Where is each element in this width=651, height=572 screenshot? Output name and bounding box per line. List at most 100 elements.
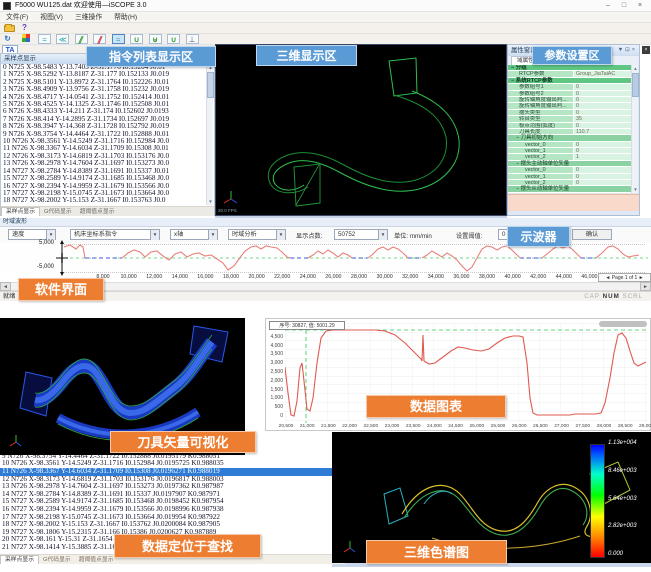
green-hatch-icon[interactable]: ∥ bbox=[75, 34, 88, 44]
property-value[interactable]: 0 bbox=[574, 174, 632, 179]
signal-select[interactable]: 速度▼ bbox=[8, 229, 56, 240]
pager-next-icon[interactable]: ► bbox=[639, 275, 644, 281]
property-name: vector_2 bbox=[508, 180, 574, 185]
y-tick: 1,500 bbox=[266, 387, 283, 393]
property-value[interactable]: 110.7 bbox=[574, 129, 632, 134]
points-count-select[interactable]: 50752▼ bbox=[334, 229, 388, 240]
property-value[interactable]: 35 bbox=[574, 116, 632, 121]
refresh-icon[interactable]: ↻ bbox=[1, 34, 14, 44]
chart-scrollbar-thumb[interactable] bbox=[599, 321, 647, 327]
scroll-left-icon[interactable]: ◄ bbox=[0, 282, 11, 291]
callout-3d-display: 三维显示区 bbox=[256, 45, 357, 66]
dock-close-icon[interactable]: × bbox=[642, 46, 650, 54]
chevron-down-icon[interactable]: ▼ bbox=[378, 230, 387, 240]
close-button[interactable]: × bbox=[633, 0, 647, 12]
property-value[interactable]: Group_JiaTaiAC bbox=[574, 71, 632, 76]
tab-1[interactable]: G代码显示 bbox=[39, 556, 75, 565]
callout-software-ui: 软件界面 bbox=[18, 278, 104, 301]
property-value[interactable]: 0 bbox=[574, 148, 632, 153]
tab-1[interactable]: G代码显示 bbox=[40, 208, 76, 217]
perpendicular-icon[interactable]: ⊥ bbox=[186, 34, 199, 44]
property-value[interactable]: 0 bbox=[574, 110, 632, 115]
3d-viewport[interactable]: 30.0 FPS bbox=[215, 44, 507, 216]
property-name: vector_1 bbox=[508, 174, 574, 179]
pager-prev-icon[interactable]: ◄ bbox=[605, 275, 610, 281]
property-value[interactable]: 0 bbox=[574, 142, 632, 147]
analysis-mode-select[interactable]: 时域分析▼ bbox=[228, 229, 286, 240]
scroll-down-icon[interactable]: ▼ bbox=[632, 186, 639, 193]
pin-icon[interactable]: ⊡ bbox=[625, 47, 632, 53]
minimize-button[interactable]: – bbox=[601, 0, 615, 12]
chevron-down-icon[interactable]: ▼ bbox=[150, 230, 159, 240]
fps-readout: 30.0 FPS bbox=[218, 208, 237, 213]
menu-item[interactable]: 视图(V) bbox=[34, 12, 69, 23]
property-value[interactable]: 0 bbox=[574, 84, 632, 89]
tab-2[interactable]: 超阈值点显示 bbox=[76, 208, 119, 217]
chart-tooltip: 序号: 30827, 值: 5001.29 bbox=[269, 321, 345, 330]
scroll-down-icon[interactable]: ▼ bbox=[207, 198, 214, 205]
maximize-button[interactable]: □ bbox=[617, 0, 631, 12]
callout-instruction-list: 指令列表显示区 bbox=[86, 46, 216, 67]
y-tick: 1,000 bbox=[266, 395, 283, 401]
toolbar-row-1: ? bbox=[0, 23, 651, 34]
menu-item[interactable]: 帮助(H) bbox=[108, 12, 143, 23]
chevron-down-icon[interactable]: ▼ bbox=[208, 230, 217, 240]
tab-2[interactable]: 超阈值点显示 bbox=[75, 556, 118, 565]
axis-triad-icon bbox=[8, 433, 24, 449]
pager[interactable]: ◄ Page 1 of 1 ► bbox=[598, 273, 651, 282]
y-tick: 500 bbox=[266, 404, 283, 410]
sample-point-panel: 采样点显示 ▼⊡× 0 N725 X-98.5483 Y-13.7403 Z-3… bbox=[0, 53, 215, 216]
y-axis-min-label: -5,000 bbox=[26, 264, 54, 270]
scrollbar-thumb[interactable] bbox=[207, 72, 214, 98]
menu-item[interactable]: 三维操作 bbox=[69, 12, 108, 23]
vector-u1-icon[interactable]: ∪ bbox=[130, 34, 143, 44]
property-value[interactable]: 0 bbox=[574, 180, 632, 185]
scale-label: 1.13e+004 bbox=[608, 440, 650, 446]
threshold-label: 设置阈值: bbox=[456, 231, 482, 240]
x-tick: 29,000 bbox=[633, 424, 651, 429]
property-value[interactable]: 0 bbox=[574, 123, 632, 128]
callout-parameter-area: 参数设置区 bbox=[532, 46, 612, 65]
chevron-down-icon[interactable]: ▼ bbox=[276, 230, 285, 240]
property-name: 旋转轴角度输出判... bbox=[508, 97, 574, 102]
property-scrollbar[interactable]: ▲ ▼ bbox=[631, 65, 638, 193]
tab-0[interactable]: 采样点显示 bbox=[1, 207, 40, 216]
tab-0[interactable]: 采样点显示 bbox=[0, 555, 39, 564]
scale-label: 2.82e+003 bbox=[608, 523, 650, 529]
chevron-down-icon[interactable]: ▼ bbox=[46, 230, 55, 240]
property-value[interactable]: 0 bbox=[574, 97, 632, 102]
axis-select[interactable]: x轴▼ bbox=[170, 229, 218, 240]
palette-icon[interactable] bbox=[19, 34, 32, 44]
open-file-icon[interactable] bbox=[4, 25, 15, 32]
property-value[interactable]: 0 bbox=[574, 103, 632, 108]
property-value[interactable]: 0 bbox=[574, 91, 632, 96]
confirm-button[interactable]: 确认 bbox=[572, 229, 612, 240]
vector-u3-icon[interactable]: ∪ bbox=[167, 34, 180, 44]
scroll-up-icon[interactable]: ▲ bbox=[632, 65, 639, 72]
panel-close-icon[interactable]: × bbox=[632, 47, 637, 53]
gcode-row[interactable]: 18 N727 X-98.2002 Y-15.153 Z-31.1667 I0.… bbox=[1, 197, 206, 204]
waveform-selected-icon[interactable]: ≈ bbox=[112, 34, 125, 44]
gcode-list-scrollbar[interactable]: ▲ ▼ bbox=[206, 64, 213, 205]
points-label: 显示点数: bbox=[296, 231, 322, 240]
menu-item[interactable]: 文件(F) bbox=[0, 12, 34, 23]
vector-u2-icon[interactable]: ⊎ bbox=[149, 34, 162, 44]
scale-label: 5.64e+003 bbox=[608, 496, 650, 502]
scrollbar-thumb[interactable] bbox=[632, 73, 639, 97]
y-tick: 3,000 bbox=[266, 360, 283, 366]
property-subgroup[interactable]: − 摆头从动轴单位矢量 bbox=[508, 186, 632, 192]
property-name: RTCP参数 bbox=[508, 71, 574, 76]
help-icon[interactable]: ? bbox=[22, 23, 27, 32]
callout-data-locate: 数据定位于查找 bbox=[114, 534, 261, 558]
y-tick: 4,000 bbox=[266, 343, 283, 349]
arrows-icon[interactable]: ≪ bbox=[56, 34, 69, 44]
y-tick: 4,500 bbox=[266, 334, 283, 340]
coord-system-select[interactable]: 机床坐标系指令▼ bbox=[70, 229, 160, 240]
property-name: vector_0 bbox=[508, 167, 574, 172]
property-value[interactable]: 0 bbox=[574, 167, 632, 172]
scroll-right-icon[interactable]: ► bbox=[640, 282, 651, 291]
red-hatch-icon[interactable]: ∥ bbox=[93, 34, 106, 44]
property-value[interactable]: 1 bbox=[574, 154, 632, 159]
y-axis-max-label: 5,000 bbox=[30, 240, 54, 246]
wave-display-icon[interactable]: ≈ bbox=[38, 34, 51, 44]
